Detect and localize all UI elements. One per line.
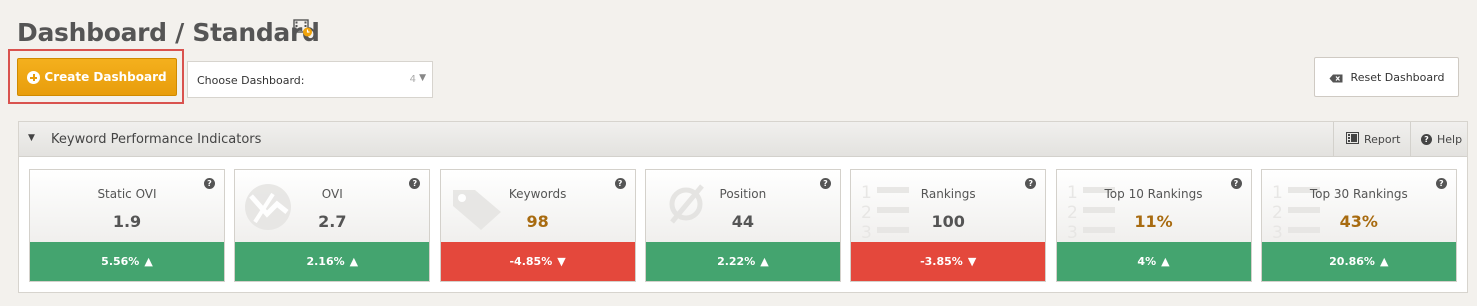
choose-dashboard-label: Choose Dashboard: <box>197 74 305 87</box>
kpi-card-position[interactable]: ? Position 44 2.22% ▲ <box>644 169 841 282</box>
page-title: Dashboard / Standard <box>17 18 320 47</box>
report-button[interactable]: Report <box>1333 122 1410 156</box>
reset-dashboard-button[interactable]: Reset Dashboard <box>1314 57 1459 97</box>
arrow-up-icon: ▲ <box>1379 255 1389 268</box>
kpi-card-rankings[interactable]: 1 2 3? Rankings 100 -3.85% ▼ <box>850 169 1047 282</box>
kpi-label: Position <box>719 187 767 201</box>
kpi-value: 43% <box>1339 212 1378 231</box>
kpi-card-ovi[interactable]: ? OVI 2.7 2.16% ▲ <box>234 169 431 282</box>
reset-dashboard-label: Reset Dashboard <box>1350 70 1445 84</box>
arrow-up-icon: ▲ <box>1161 255 1170 268</box>
panel-header[interactable]: ▼ Keyword Performance Indicators Report … <box>19 122 1467 157</box>
kpi-card-body <box>30 170 224 243</box>
kpi-change-value: 20.86% <box>1329 255 1375 268</box>
arrow-up-icon: ▲ <box>349 255 359 268</box>
kpi-change: 4% ▲ <box>1056 242 1251 281</box>
kpi-change: -4.85% ▼ <box>440 242 635 281</box>
kpi-label: Top 10 Rankings <box>1104 187 1203 201</box>
question-icon: ? <box>1421 133 1432 145</box>
dashboard-count: 4 <box>409 74 416 85</box>
plus-circle-icon <box>27 70 41 84</box>
arrow-down-icon: ▼ <box>557 255 566 268</box>
create-dashboard-label: Create Dashboard <box>44 70 167 84</box>
kpi-value: 44 <box>731 212 755 231</box>
kpi-label: OVI <box>321 187 343 201</box>
report-icon <box>1346 131 1359 147</box>
kpi-card-static-ovi[interactable]: ? Static OVI 1.9 5.56% ▲ <box>29 169 225 282</box>
arrow-down-icon: ▼ <box>967 255 977 268</box>
kpi-label: Top 30 Rankings <box>1309 187 1408 201</box>
collapse-caret-icon[interactable]: ▼ <box>28 133 35 143</box>
kpi-value: 11% <box>1134 212 1173 231</box>
arrow-up-icon: ▲ <box>144 255 153 268</box>
chevron-down-icon: ▼ <box>419 73 426 83</box>
kpi-label: Keywords <box>508 187 567 201</box>
help-button[interactable]: ? Help <box>1410 122 1468 156</box>
kpi-change: 20.86% ▲ <box>1261 242 1456 281</box>
kpi-value: 100 <box>931 212 965 231</box>
kpi-change-value: -4.85% <box>509 255 553 268</box>
film-clock-icon[interactable] <box>293 18 313 38</box>
kpi-change-value: 2.22% <box>717 255 756 268</box>
kpi-change-value: 5.56% <box>101 255 140 268</box>
panel-title: Keyword Performance Indicators <box>51 132 262 147</box>
help-label: Help <box>1437 132 1463 146</box>
kpi-value: 2.7 <box>318 212 347 231</box>
backspace-icon <box>1329 73 1343 82</box>
choose-dashboard-select[interactable]: Choose Dashboard: 4 ▼ <box>187 61 433 98</box>
kpi-change: 2.16% ▲ <box>235 242 430 281</box>
kpi-card-top-10-rankings[interactable]: 1 2 3? Top 10 Rankings 11% 4% ▲ <box>1055 169 1252 282</box>
kpi-label: Rankings <box>920 187 976 201</box>
kpi-change: 2.22% ▲ <box>645 242 840 281</box>
kpi-card-top-30-rankings[interactable]: 1 2 3? Top 30 Rankings 43% 20.86% ▲ <box>1260 169 1457 282</box>
kpi-change: -3.85% ▼ <box>851 242 1046 281</box>
kpi-card-keywords[interactable]: ? Keywords 98 -4.85% ▼ <box>439 169 636 282</box>
kpi-value: 1.9 <box>112 212 142 231</box>
kpi-change-value: 4% <box>1137 255 1157 268</box>
kpi-change-value: 2.16% <box>306 255 345 268</box>
arrow-up-icon: ▲ <box>760 255 769 268</box>
kpi-label: Static OVI <box>97 187 157 201</box>
kpi-panel: ▼ Keyword Performance Indicators Report … <box>18 121 1468 293</box>
kpi-change: 5.56% ▲ <box>30 242 224 281</box>
create-dashboard-button[interactable]: Create Dashboard <box>17 58 177 96</box>
report-label: Report <box>1364 132 1401 146</box>
kpi-value: 98 <box>526 212 549 231</box>
kpi-change-value: -3.85% <box>920 255 963 268</box>
